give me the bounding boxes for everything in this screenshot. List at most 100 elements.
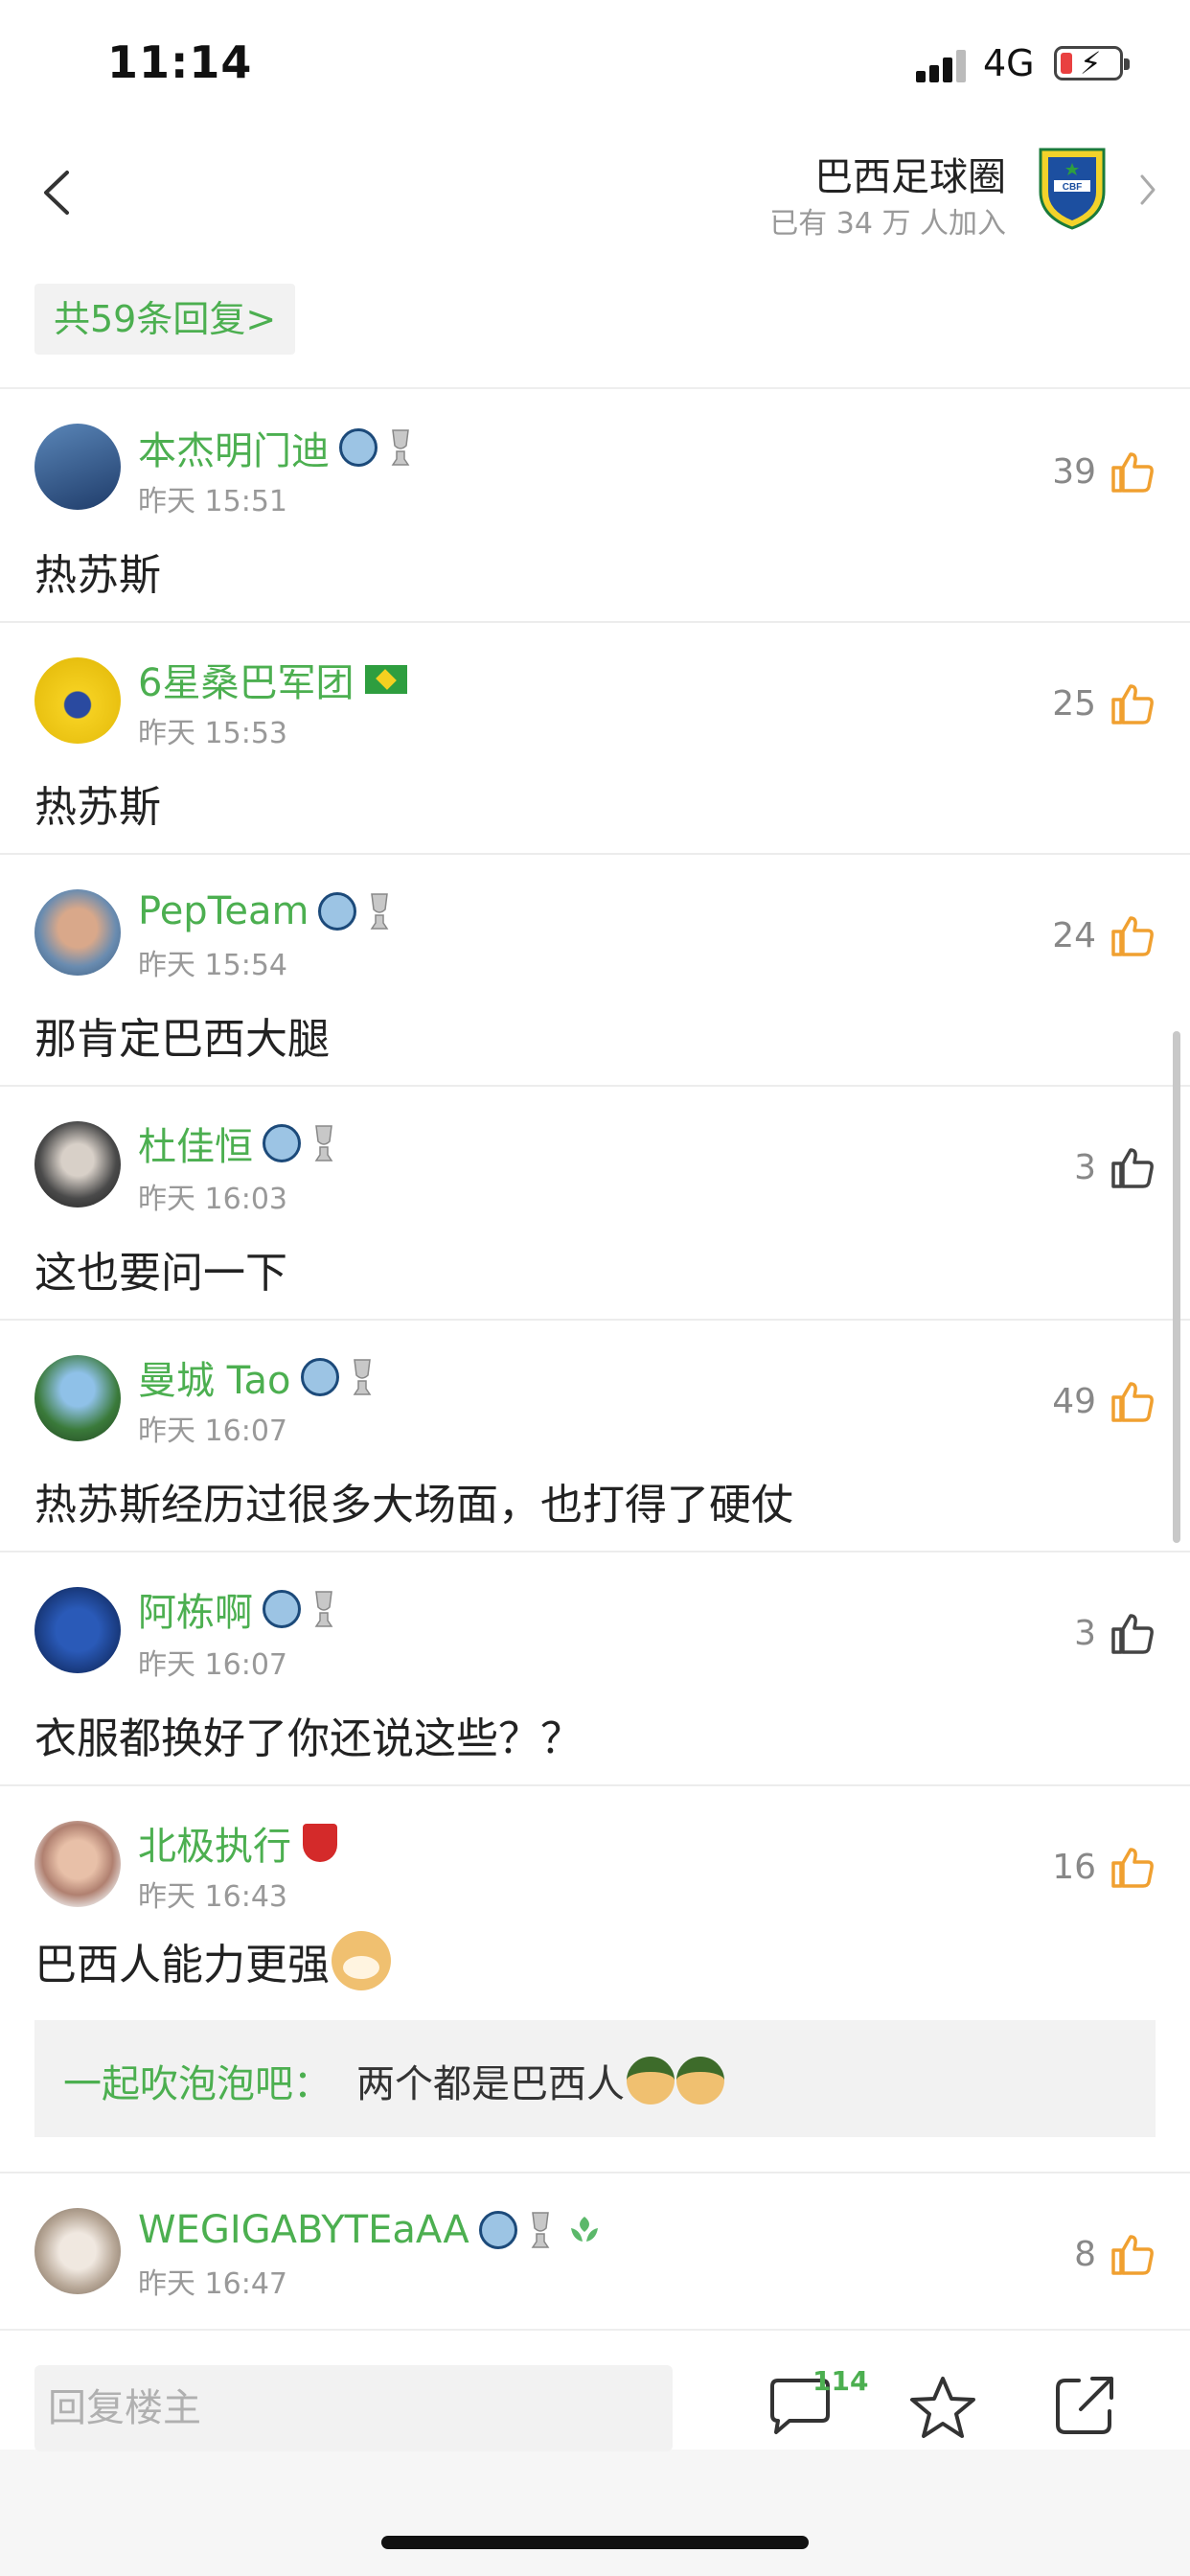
comment-content: 热苏斯: [34, 551, 161, 600]
comment-time: 昨天 15:51: [138, 485, 287, 518]
logo-text: CBF: [1063, 182, 1083, 193]
avatar[interactable]: [34, 1121, 121, 1208]
like-count: 49: [1052, 1381, 1096, 1421]
comment-content: 这也要问一下: [34, 1249, 287, 1298]
sub-reply-username[interactable]: 一起吹泡泡吧：: [63, 2053, 332, 2108]
like-button[interactable]: 8: [1074, 2227, 1156, 2281]
sub-reply-content: 两个都是巴西人: [356, 2062, 625, 2106]
battery-icon: ⚡: [1054, 45, 1130, 81]
sub-reply-content-row: 两个都是巴西人: [356, 2053, 724, 2108]
trophy-icon: [531, 2212, 550, 2248]
like-button[interactable]: 16: [1052, 1840, 1156, 1894]
comment-count-badge: 114: [812, 2365, 869, 2397]
comment-content: 那肯定巴西大腿: [34, 1015, 330, 1064]
comment-time: 昨天 15:53: [138, 717, 287, 750]
like-count: 24: [1052, 915, 1096, 955]
thumbs-up-icon: [1111, 916, 1154, 956]
scrollbar[interactable]: [1173, 1031, 1180, 1543]
arsenal-badge-icon: [303, 1824, 337, 1862]
mancity-badge-icon: [300, 1358, 339, 1396]
avatar[interactable]: [34, 1587, 121, 1673]
mancity-badge-icon: [478, 2211, 517, 2249]
cbf-logo-icon[interactable]: CBF: [1035, 142, 1110, 230]
like-count: 39: [1052, 451, 1096, 492]
trophy-icon: [314, 1591, 333, 1627]
username[interactable]: WEGIGABYTEaAA: [138, 2208, 469, 2252]
mancity-badge-icon: [339, 428, 378, 467]
status-time: 11:14: [107, 36, 253, 88]
reply-count-button[interactable]: 共59条回复>: [34, 284, 296, 355]
header: 巴西足球圈 已有 34 万 人加入 CBF: [0, 134, 1190, 249]
mancity-badge-icon: [318, 892, 357, 931]
comment-content: 热苏斯经历过很多大场面，也打得了硬仗: [34, 1481, 793, 1530]
thumbs-up-icon: [1111, 684, 1154, 724]
like-button[interactable]: 25: [1052, 677, 1156, 730]
like-count: 16: [1052, 1847, 1096, 1887]
circle-members: 已有 34 万 人加入: [769, 207, 1006, 241]
comment-item: PepTeam 昨天 15:54 24 那肯定巴西大腿: [0, 855, 1190, 1087]
like-button[interactable]: 3: [1074, 1606, 1156, 1660]
brazil-flag-icon: [365, 665, 408, 694]
comment-item: 6星桑巴军团 昨天 15:53 25 热苏斯: [0, 623, 1190, 855]
comment-time: 昨天 16:43: [138, 1880, 287, 1914]
like-count: 8: [1074, 2234, 1096, 2274]
chevron-right-icon[interactable]: [1136, 171, 1159, 209]
sub-reply[interactable]: 一起吹泡泡吧： 两个都是巴西人: [34, 2020, 1156, 2137]
avatar[interactable]: [34, 424, 121, 510]
comment-item: 北极执行 昨天 16:43 16 巴西人能力更强 一起吹泡泡吧： 两个都是巴西人: [0, 1786, 1190, 2174]
like-button[interactable]: 49: [1052, 1374, 1156, 1428]
comment-item: WEGIGABYTEaAA 昨天 16:47 8: [0, 2174, 1190, 2329]
mancity-badge-icon: [263, 1124, 301, 1162]
comment-item: 阿栋啊 昨天 16:07 3 衣服都换好了你还说这些？？: [0, 1552, 1190, 1786]
like-count: 3: [1074, 1613, 1096, 1653]
avatar[interactable]: [34, 889, 121, 976]
avatar[interactable]: [34, 657, 121, 744]
comment-time: 昨天 16:07: [138, 1648, 287, 1682]
circle-name[interactable]: 巴西足球圈: [814, 146, 1006, 201]
like-count: 3: [1074, 1147, 1096, 1187]
like-button[interactable]: 24: [1052, 908, 1156, 962]
username[interactable]: 杜佳恒: [138, 1116, 253, 1171]
thumbs-up-icon: [1111, 1614, 1154, 1654]
username[interactable]: 曼城 Tao: [138, 1349, 291, 1405]
leaf-badge-icon: [570, 2217, 598, 2242]
status-bar: 11:14 4G ⚡: [0, 0, 1190, 125]
trophy-icon: [353, 1359, 371, 1395]
doge-emoji-icon: [332, 1931, 391, 1990]
star-icon[interactable]: [908, 2373, 977, 2442]
thumbs-up-icon: [1111, 2235, 1154, 2275]
username[interactable]: PepTeam: [138, 889, 309, 933]
comment-time: 昨天 16:03: [138, 1183, 287, 1216]
username[interactable]: 北极执行: [138, 1815, 291, 1871]
trophy-icon: [314, 1125, 333, 1162]
share-icon[interactable]: [1052, 2373, 1117, 2438]
mancity-badge-icon: [263, 1590, 301, 1628]
bottom-toolbar: 114: [0, 2329, 1190, 2451]
avatar[interactable]: [34, 2208, 121, 2294]
army-emoji-icon: [676, 2057, 724, 2104]
back-icon[interactable]: [38, 169, 77, 217]
username[interactable]: 本杰明门迪: [138, 420, 330, 475]
avatar[interactable]: [34, 1355, 121, 1441]
like-button[interactable]: 39: [1052, 445, 1156, 498]
comment-item: 本杰明门迪 昨天 15:51 39 热苏斯: [0, 389, 1190, 623]
thumbs-up-icon: [1111, 1382, 1154, 1422]
bottom-safe-area: [0, 2450, 1190, 2576]
comment-item: 杜佳恒 昨天 16:03 3 这也要问一下: [0, 1087, 1190, 1321]
reply-input[interactable]: [34, 2365, 673, 2451]
username[interactable]: 6星桑巴军团: [138, 652, 354, 707]
comment-content: 巴西人能力更强: [34, 1941, 330, 1990]
like-button[interactable]: 3: [1074, 1140, 1156, 1194]
comment-content: 热苏斯: [34, 783, 161, 832]
comment-time: 昨天 16:47: [138, 2267, 287, 2301]
thumbs-up-icon: [1111, 452, 1154, 493]
comment-content-row: 巴西人能力更强: [34, 1930, 391, 1991]
comment-time: 昨天 16:07: [138, 1414, 287, 1448]
thumbs-up-icon: [1111, 1148, 1154, 1188]
comment-content: 衣服都换好了你还说这些？？: [34, 1714, 583, 1763]
home-indicator[interactable]: [381, 2536, 809, 2549]
comment-time: 昨天 15:54: [138, 949, 287, 982]
network-label: 4G: [983, 42, 1035, 84]
avatar[interactable]: [34, 1821, 121, 1907]
username[interactable]: 阿栋啊: [138, 1581, 253, 1637]
